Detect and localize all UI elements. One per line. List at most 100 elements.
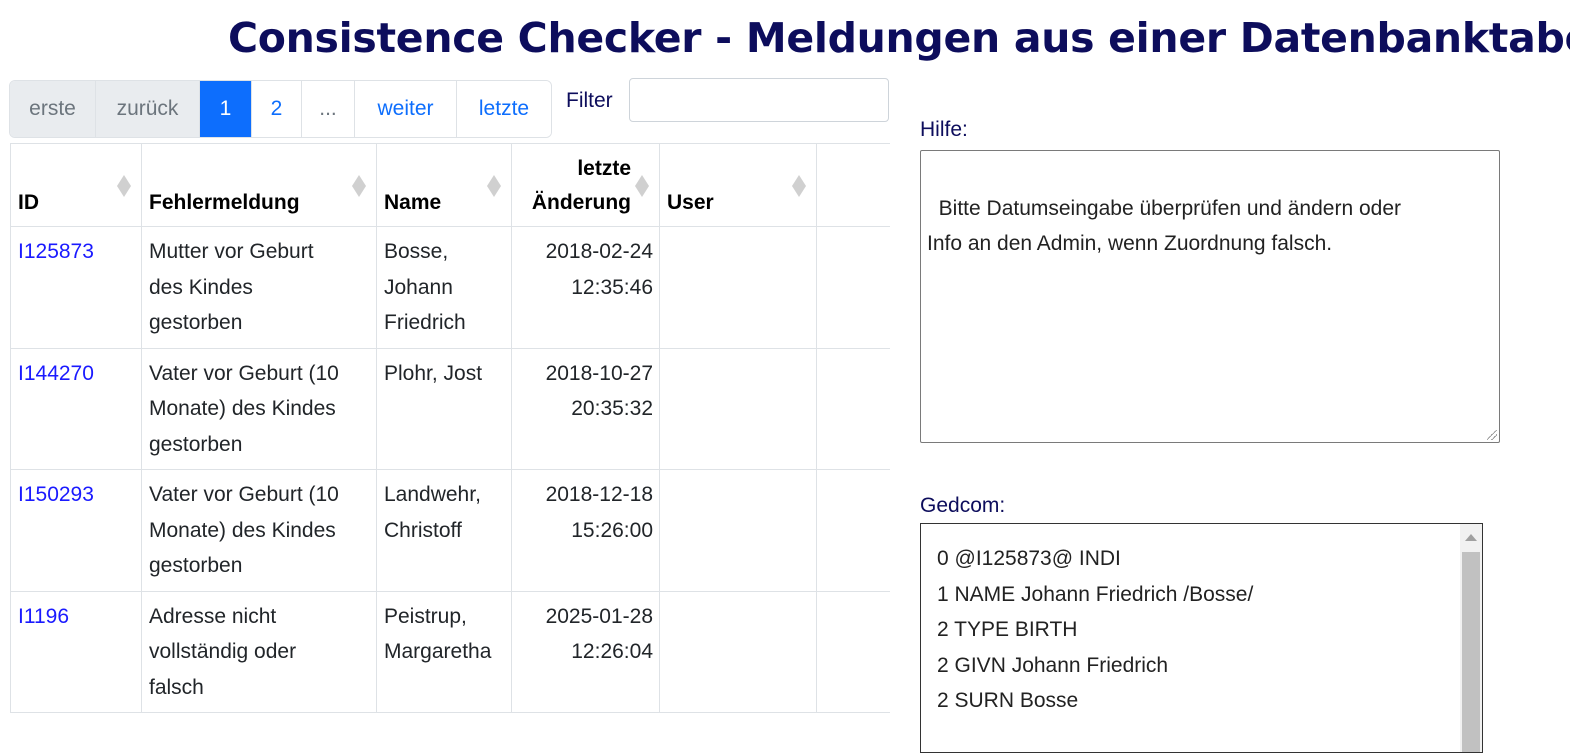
- gedcom-line: 2 TYPE BIRTH: [937, 618, 1078, 641]
- filter-input[interactable]: [629, 78, 889, 122]
- message-line: falsch: [149, 675, 204, 699]
- id-cell: I125873: [10, 226, 142, 349]
- message-cell: Mutter vor Geburt des Kindes gestorben: [141, 226, 377, 349]
- column-header[interactable]: User: [659, 143, 817, 227]
- gedcom-lines: 0 @I125873@ INDI 1 NAME Johann Friedrich …: [937, 541, 1253, 719]
- resize-handle-icon[interactable]: [1487, 430, 1497, 440]
- sort-icon: [792, 174, 806, 198]
- date-value: 2025-01-28: [545, 604, 653, 628]
- next-page-button[interactable]: weiter: [355, 81, 457, 137]
- date-cell: 2018-02-24 12:35:46: [511, 226, 660, 349]
- page-title: Consistence Checker - Meldungen aus eine…: [228, 14, 1570, 62]
- pagination: erste zurück 1 2 ... weiter letzte: [9, 80, 552, 138]
- table-header-row: ID Fehlermeldung Name letzte Änderung User: [10, 143, 890, 227]
- column-header-line: [667, 152, 788, 186]
- name-line: Christoff: [384, 518, 462, 542]
- column-header[interactable]: ID: [10, 143, 142, 227]
- empty-cell: [816, 469, 890, 592]
- scroll-thumb[interactable]: [1462, 552, 1480, 752]
- id-link[interactable]: I150293: [18, 483, 94, 506]
- help-text: Bitte Datumseingabe überprüfen und änder…: [927, 196, 1401, 256]
- message-cell: Adresse nicht vollständig oder falsch: [141, 590, 377, 713]
- column-header-label: Fehlermeldung: [149, 191, 300, 214]
- column-header-line: [18, 152, 113, 186]
- message-line: Mutter vor Geburt: [149, 240, 314, 263]
- user-cell: [659, 347, 817, 470]
- name-cell: Plohr, Jost: [376, 347, 512, 470]
- scroll-up-icon[interactable]: [1465, 534, 1477, 541]
- empty-cell: [816, 590, 890, 713]
- message-line: gestorben: [149, 554, 243, 577]
- sort-icon: [352, 174, 366, 198]
- date-cell: 2025-01-28 12:26:04: [511, 590, 660, 713]
- message-line: gestorben: [149, 311, 243, 334]
- empty-cell: [816, 226, 890, 349]
- first-page-button[interactable]: erste: [10, 81, 96, 137]
- id-link[interactable]: I1196: [18, 605, 69, 628]
- help-label: Hilfe:: [920, 118, 968, 141]
- gedcom-line: 2 GIVN Johann Friedrich: [937, 653, 1169, 677]
- column-header-line: [149, 152, 348, 186]
- gedcom-line: 2 SURN Bosse: [937, 689, 1079, 712]
- sort-icon: [117, 174, 131, 198]
- message-cell: Vater vor Geburt (10 Monate) des Kindes ge…: [141, 469, 377, 592]
- table-row: I150293 Vater vor Geburt (10 Monate) des K…: [10, 469, 890, 592]
- user-cell: [659, 226, 817, 349]
- user-cell: [659, 590, 817, 713]
- page-2-button[interactable]: 2: [252, 81, 302, 137]
- id-link[interactable]: I125873: [18, 240, 94, 263]
- page-1-button[interactable]: 1: [200, 81, 252, 137]
- column-header[interactable]: Name: [376, 143, 512, 227]
- message-cell: Vater vor Geburt (10 Monate) des Kindes ge…: [141, 347, 377, 470]
- empty-cell: [816, 347, 890, 470]
- gedcom-scrollbar[interactable]: [1460, 524, 1482, 752]
- id-cell: I1196: [10, 590, 142, 713]
- id-link[interactable]: I144270: [18, 362, 94, 385]
- last-page-button[interactable]: letzte: [457, 81, 551, 137]
- name-line: Johann: [384, 275, 453, 299]
- gedcom-line: 1 NAME Johann Friedrich /Bosse/: [937, 582, 1254, 606]
- id-cell: I144270: [10, 347, 142, 470]
- table-row: I1196 Adresse nicht vollständig oder falsch…: [10, 590, 890, 713]
- message-line: des Kindes: [149, 275, 253, 299]
- gedcom-line: 0 @I125873@ INDI: [937, 547, 1121, 570]
- date-value: 2018-02-24: [545, 240, 653, 263]
- date-value: 2018-10-27: [545, 361, 653, 385]
- user-cell: [659, 469, 817, 592]
- column-header[interactable]: Fehlermeldung: [141, 143, 377, 227]
- column-header-label: User: [667, 191, 714, 214]
- column-header: [816, 143, 890, 227]
- column-header-label: Name: [384, 191, 442, 214]
- sort-icon: [635, 174, 649, 198]
- column-header-label: Änderung: [531, 191, 631, 214]
- message-line: vollständig oder: [149, 640, 297, 663]
- filter-label: Filter: [566, 89, 613, 112]
- message-line: Vater vor Geburt (10: [149, 483, 339, 506]
- message-line: Monate) des Kindes: [149, 397, 336, 420]
- name-cell: Peistrup, Margaretha: [376, 590, 512, 713]
- date-value: 2018-12-18: [545, 483, 653, 506]
- help-textarea[interactable]: Bitte Datumseingabe überprüfen und änder…: [920, 150, 1500, 443]
- previous-page-button[interactable]: zurück: [96, 81, 200, 137]
- column-header-line: [384, 152, 483, 186]
- column-header-line: [824, 186, 862, 220]
- name-line: Peistrup,: [384, 604, 467, 628]
- messages-table: ID Fehlermeldung Name letzte Änderung User I1…: [10, 143, 890, 728]
- message-line: Vater vor Geburt (10: [149, 361, 339, 385]
- gedcom-label: Gedcom:: [920, 494, 1006, 517]
- column-header-line: letzte: [577, 157, 631, 180]
- date-cell: 2018-12-18 15:26:00: [511, 469, 660, 592]
- column-header[interactable]: letzte Änderung: [511, 143, 660, 227]
- time-value: 15:26:00: [571, 518, 653, 542]
- time-value: 12:35:46: [571, 275, 653, 299]
- name-cell: Bosse, Johann Friedrich: [376, 226, 512, 349]
- name-line: Plohr, Jost: [384, 361, 483, 385]
- name-line: Landwehr,: [384, 483, 481, 506]
- name-line: Margaretha: [384, 640, 492, 663]
- pagination-ellipsis: ...: [302, 81, 355, 137]
- time-value: 20:35:32: [571, 397, 653, 420]
- gedcom-box[interactable]: 0 @I125873@ INDI 1 NAME Johann Friedrich …: [920, 523, 1483, 753]
- table-row: I144270 Vater vor Geburt (10 Monate) des K…: [10, 347, 890, 470]
- message-line: Monate) des Kindes: [149, 518, 336, 542]
- message-line: gestorben: [149, 432, 243, 456]
